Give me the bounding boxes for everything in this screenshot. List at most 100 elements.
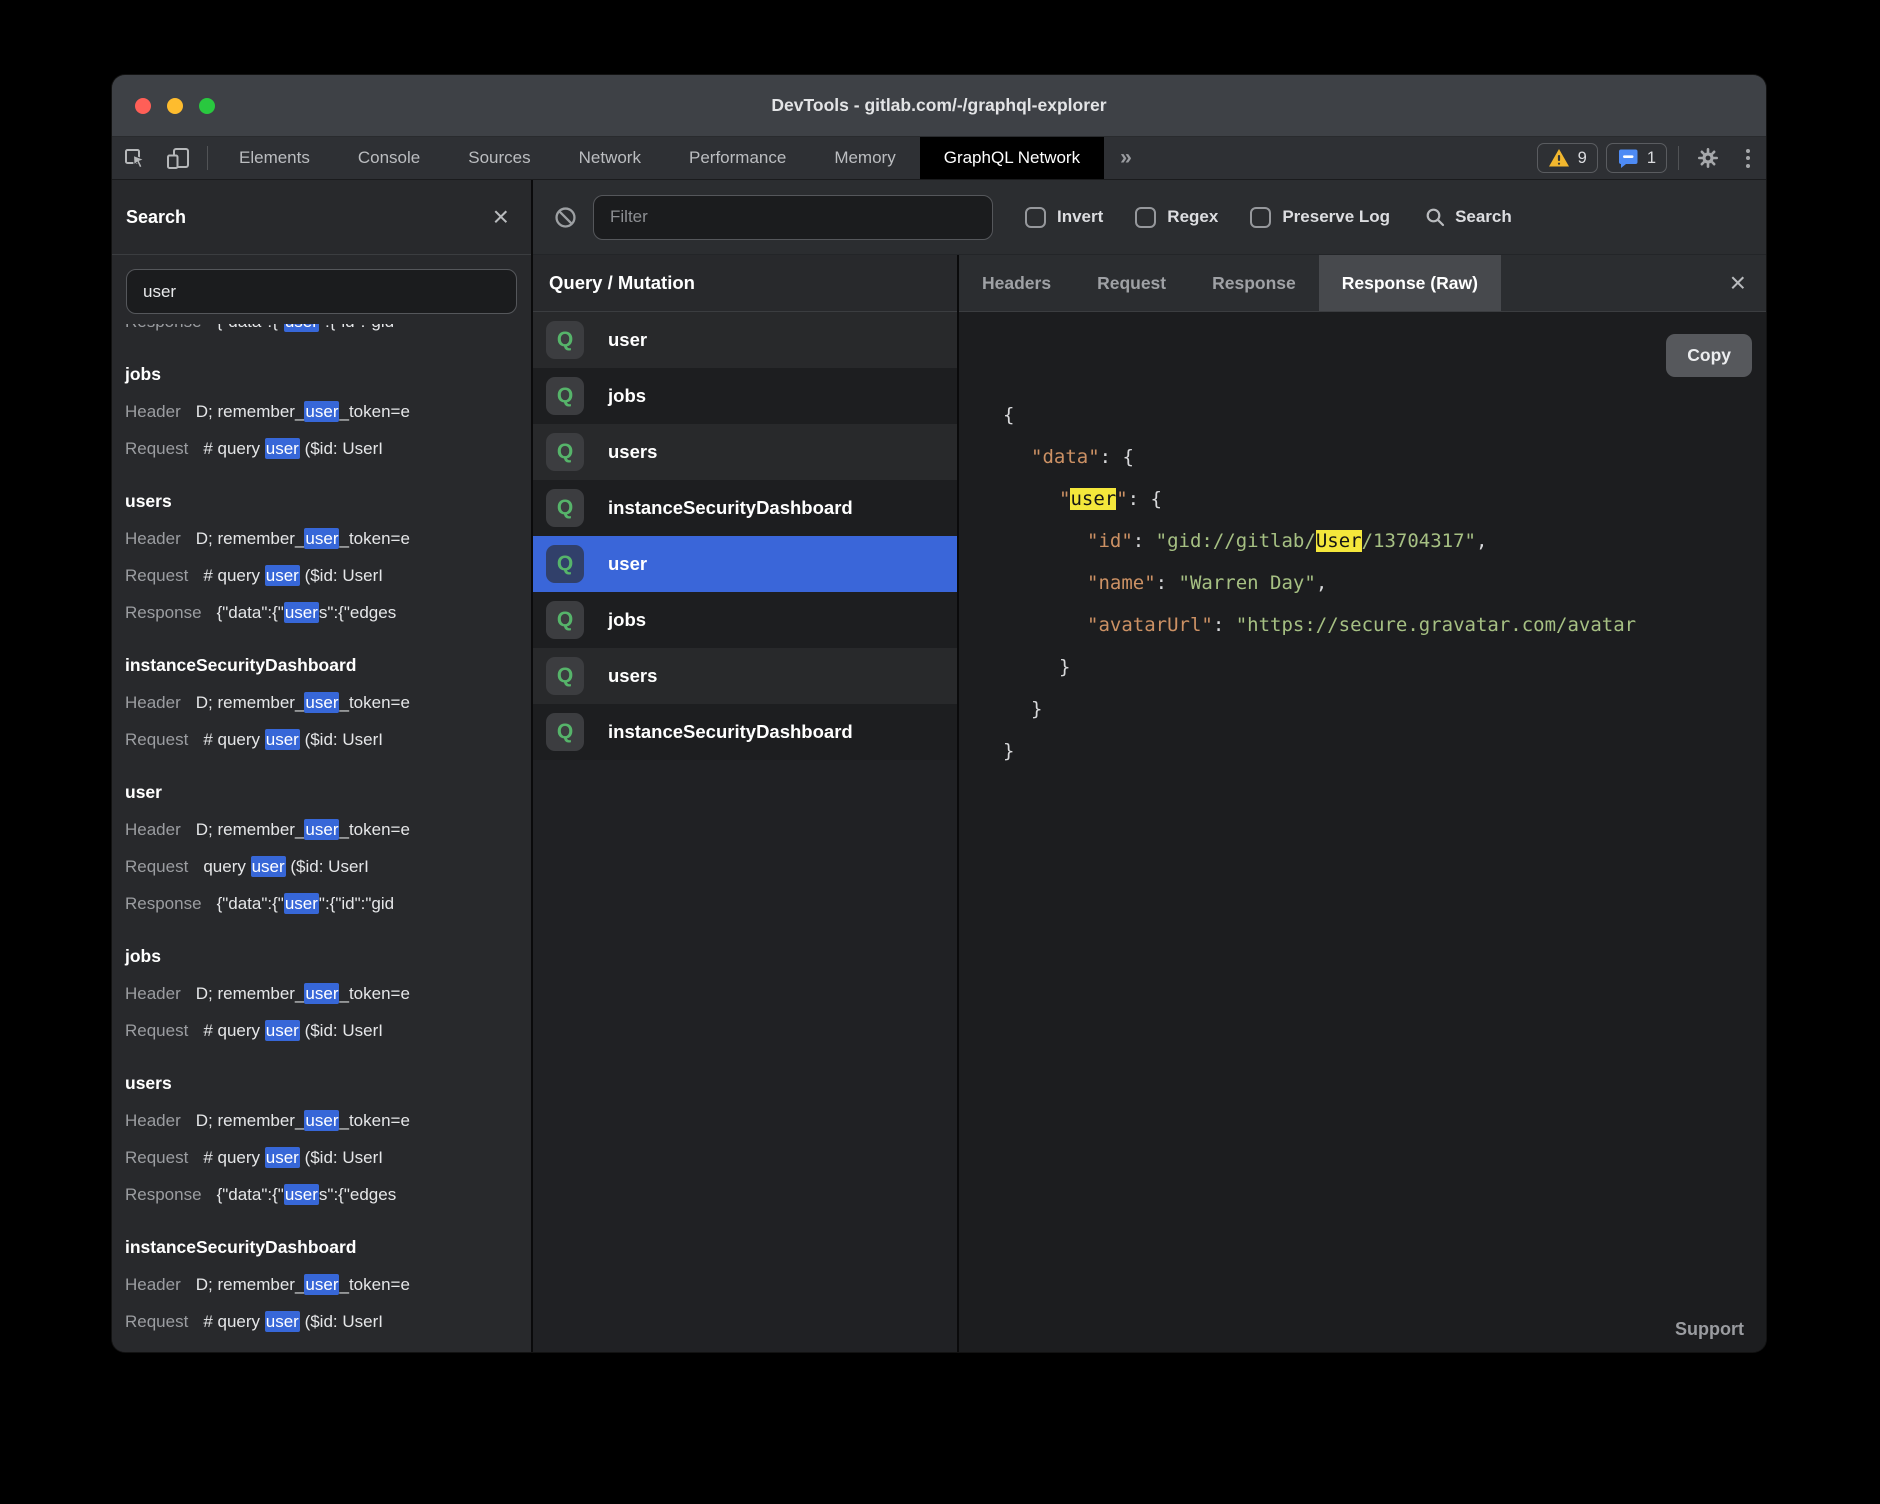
preserve-log-control: Preserve Log bbox=[1250, 207, 1390, 228]
tab-sources[interactable]: Sources bbox=[444, 137, 554, 179]
inspect-element-button[interactable] bbox=[112, 137, 156, 179]
json-line: "user": { bbox=[1003, 478, 1766, 520]
minimize-window-button[interactable] bbox=[167, 98, 183, 114]
filter-input[interactable] bbox=[593, 195, 993, 240]
tab-response[interactable]: Response bbox=[1189, 255, 1319, 311]
search-result-row[interactable]: HeaderD; remember_user_token=e bbox=[125, 1102, 531, 1139]
tab-memory[interactable]: Memory bbox=[810, 137, 919, 179]
search-result-text: {"data":{"user":{"id":"gid bbox=[217, 893, 395, 914]
search-result-text: # query user ($id: UserI bbox=[203, 565, 383, 586]
search-match-highlight: user bbox=[304, 692, 339, 713]
search-result-text: D; remember_user_token=e bbox=[196, 692, 410, 713]
tab-response-raw[interactable]: Response (Raw) bbox=[1319, 255, 1501, 311]
query-type-badge: Q bbox=[546, 601, 584, 639]
menu-kebab-icon[interactable] bbox=[1730, 137, 1766, 179]
query-list-item[interactable]: QinstanceSecurityDashboard bbox=[533, 480, 957, 536]
search-panel-header: Search × bbox=[112, 180, 531, 255]
query-list-item[interactable]: Qjobs bbox=[533, 368, 957, 424]
copy-button[interactable]: Copy bbox=[1666, 334, 1752, 377]
search-result-text: {"data":{"user":{"id":"gid bbox=[217, 324, 395, 332]
search-result-row[interactable]: Response{"data":{"users":{"edges bbox=[125, 1176, 531, 1213]
search-results-list: Response{"data":{"user":{"id":"gidjobsHe… bbox=[112, 324, 531, 1352]
search-result-group-title: instanceSecurityDashboard bbox=[125, 647, 531, 684]
tab-elements[interactable]: Elements bbox=[215, 137, 334, 179]
warning-count: 9 bbox=[1578, 149, 1587, 168]
issues-badge[interactable]: 1 bbox=[1606, 143, 1667, 173]
toolbar-search-label: Search bbox=[1455, 207, 1512, 227]
search-result-row[interactable]: Request # query user ($id: UserI bbox=[125, 557, 531, 594]
search-match-highlight: user bbox=[265, 1311, 300, 1332]
search-result-row[interactable]: Request# query user ($id: UserI bbox=[125, 1303, 531, 1340]
tab-console[interactable]: Console bbox=[334, 137, 444, 179]
search-query-input[interactable] bbox=[126, 269, 517, 314]
regex-checkbox[interactable] bbox=[1135, 207, 1156, 228]
search-result-row[interactable]: Response{"data":{"user":{"id":"gid bbox=[125, 324, 531, 340]
tab-graphql-network[interactable]: GraphQL Network bbox=[920, 137, 1104, 179]
content-row: Query / Mutation QuserQjobsQusersQinstan… bbox=[533, 255, 1766, 1352]
tab-request[interactable]: Request bbox=[1074, 255, 1189, 311]
toolbar-divider bbox=[207, 146, 208, 170]
query-list-item[interactable]: Quser bbox=[533, 536, 957, 592]
search-result-text: D; remember_user_token=e bbox=[196, 1110, 410, 1131]
more-tabs-chevron[interactable]: » bbox=[1104, 137, 1148, 179]
search-result-row[interactable]: HeaderD; remember_user_token=e bbox=[125, 975, 531, 1012]
query-list: QuserQjobsQusersQinstanceSecurityDashboa… bbox=[533, 312, 957, 760]
device-toolbar-button[interactable] bbox=[156, 137, 200, 179]
response-panel: Headers Request Response Response (Raw) … bbox=[959, 255, 1766, 1352]
search-match-highlight: user bbox=[304, 528, 339, 549]
zoom-window-button[interactable] bbox=[199, 98, 215, 114]
search-result-row[interactable]: HeaderD; remember_user_token=e bbox=[125, 393, 531, 430]
tab-performance[interactable]: Performance bbox=[665, 137, 810, 179]
json-match-highlight: User bbox=[1316, 530, 1362, 552]
search-result-label: Request bbox=[125, 857, 188, 876]
settings-gear-icon[interactable] bbox=[1686, 137, 1730, 179]
response-close-icon[interactable]: × bbox=[1730, 269, 1746, 297]
query-type-badge: Q bbox=[546, 657, 584, 695]
query-list-item[interactable]: Qusers bbox=[533, 424, 957, 480]
close-window-button[interactable] bbox=[135, 98, 151, 114]
tab-headers[interactable]: Headers bbox=[959, 255, 1074, 311]
search-result-row[interactable]: Response{"data":{"users":{"edges bbox=[125, 594, 531, 631]
query-name: instanceSecurityDashboard bbox=[608, 497, 853, 519]
preserve-log-checkbox[interactable] bbox=[1250, 207, 1271, 228]
query-list-item[interactable]: QinstanceSecurityDashboard bbox=[533, 704, 957, 760]
search-icon bbox=[1424, 206, 1446, 228]
search-close-icon[interactable]: × bbox=[493, 203, 509, 231]
search-match-highlight: user bbox=[265, 438, 300, 459]
search-result-text: # query user ($id: UserI bbox=[203, 1020, 383, 1041]
query-list-item[interactable]: Qusers bbox=[533, 648, 957, 704]
query-name: users bbox=[608, 441, 657, 463]
block-clear-icon[interactable] bbox=[553, 205, 578, 230]
response-tabs: Headers Request Response Response (Raw) … bbox=[959, 255, 1766, 312]
search-result-label: Response bbox=[125, 894, 202, 913]
search-result-row[interactable]: Response {"data":{"user":{"id":"gid bbox=[125, 885, 531, 922]
search-result-label: Request bbox=[125, 1148, 188, 1167]
search-result-row[interactable]: Request# query user ($id: UserI bbox=[125, 1139, 531, 1176]
json-viewer: {"data": {"user": {"id": "gid://gitlab/U… bbox=[959, 312, 1766, 772]
query-list-panel: Query / Mutation QuserQjobsQusersQinstan… bbox=[533, 255, 959, 1352]
search-result-row[interactable]: Request# query user ($id: UserI bbox=[125, 1012, 531, 1049]
support-link[interactable]: Support bbox=[1675, 1319, 1744, 1340]
search-result-row[interactable]: HeaderD; remember_user_token=e bbox=[125, 1266, 531, 1303]
traffic-lights bbox=[135, 75, 215, 136]
search-result-text: D; remember_user_token=e bbox=[196, 983, 410, 1004]
devtools-tabbar: Elements Console Sources Network Perform… bbox=[112, 137, 1766, 180]
invert-checkbox[interactable] bbox=[1025, 207, 1046, 228]
warnings-badge[interactable]: 9 bbox=[1537, 143, 1598, 173]
query-list-item[interactable]: Qjobs bbox=[533, 592, 957, 648]
query-list-item[interactable]: Quser bbox=[533, 312, 957, 368]
query-type-badge: Q bbox=[546, 545, 584, 583]
search-result-row[interactable]: HeaderD; remember_user_token=e bbox=[125, 684, 531, 721]
search-result-row[interactable]: HeaderD; remember_user_token=e bbox=[125, 811, 531, 848]
search-result-text: # query user ($id: UserI bbox=[203, 438, 383, 459]
search-result-row[interactable]: HeaderD; remember_user_token=e bbox=[125, 520, 531, 557]
search-match-highlight: user bbox=[304, 819, 339, 840]
toolbar-search-button[interactable]: Search bbox=[1424, 206, 1512, 228]
regex-label: Regex bbox=[1167, 207, 1218, 227]
query-type-badge: Q bbox=[546, 377, 584, 415]
tab-network[interactable]: Network bbox=[555, 137, 665, 179]
search-result-row[interactable]: Request# query user ($id: UserI bbox=[125, 721, 531, 758]
search-result-row[interactable]: Requestquery user ($id: UserI bbox=[125, 848, 531, 885]
search-result-label: Request bbox=[125, 566, 188, 585]
search-result-row[interactable]: Request# query user ($id: UserI bbox=[125, 430, 531, 467]
